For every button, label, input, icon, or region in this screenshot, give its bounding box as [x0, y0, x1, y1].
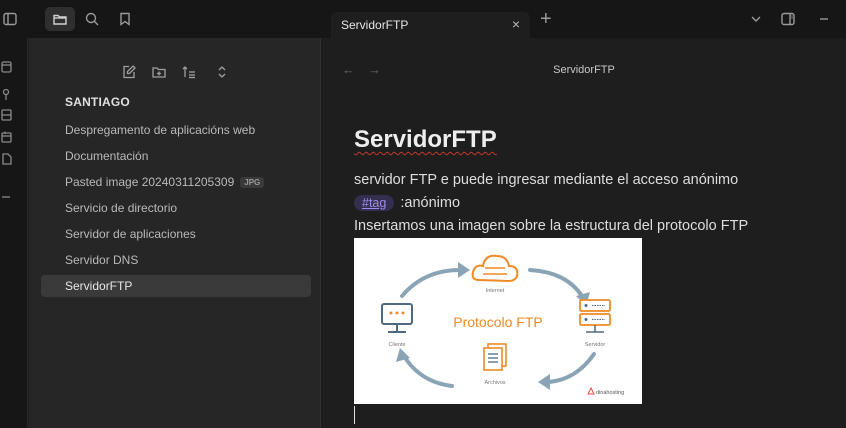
ftp-diagram: Internet Cliente Servidor Protocolo FTP … — [381, 254, 624, 396]
templates-icon[interactable] — [0, 108, 14, 122]
map-pin-icon[interactable] — [0, 88, 14, 102]
sidebar-toggle-icon[interactable] — [0, 9, 20, 29]
document-icon — [483, 343, 507, 371]
new-tab-icon[interactable]: + — [540, 6, 552, 32]
title-bar: ServidorFTP × + — [0, 0, 846, 40]
server-icon — [579, 299, 611, 333]
view-header-title[interactable]: ServidorFTP — [322, 64, 846, 76]
file-item[interactable]: Pasted image 20240311205309 JPG — [41, 171, 311, 193]
file-explorer: SANTIAGO Despregamento de aplicacións we… — [29, 38, 321, 428]
tag-pill[interactable]: #tag — [354, 195, 395, 211]
file-label: Pasted image 20240311205309 JPG — [65, 175, 265, 189]
monitor-icon — [381, 303, 413, 333]
chevron-down-icon[interactable] — [746, 9, 766, 29]
text-line[interactable]: Insertamos una imagen sobre la estructur… — [354, 218, 748, 234]
text-line[interactable]: servidor FTP e puede ingresar mediante e… — [354, 172, 738, 188]
minimize-icon[interactable] — [814, 9, 834, 29]
arrow-shape — [400, 268, 462, 298]
brand-label: dinahosting — [596, 390, 624, 396]
arrow-shape — [528, 268, 584, 298]
file-item[interactable]: Servidor de aplicaciones — [41, 223, 311, 245]
new-folder-icon[interactable] — [151, 64, 167, 80]
internet-label: Internet — [486, 288, 505, 294]
brand-logo-icon — [587, 386, 595, 395]
terminal-icon[interactable] — [0, 190, 14, 204]
file-extension-badge: JPG — [240, 177, 265, 188]
file-item[interactable]: Servidor DNS — [41, 249, 311, 271]
file-item[interactable]: Servicio de directorio — [41, 197, 311, 219]
file-label: Despregamento de aplicacións web — [65, 123, 256, 137]
expand-collapse-icon[interactable] — [214, 64, 230, 80]
tab-servidorftp[interactable]: ServidorFTP × — [331, 12, 530, 40]
servidor-label: Servidor — [585, 342, 606, 348]
arrow-head — [538, 374, 550, 390]
graph-view-icon[interactable] — [0, 60, 14, 74]
new-note-icon[interactable] — [121, 64, 137, 80]
editor-pane: ← → ServidorFTP ServidorFTP servidor FTP… — [322, 38, 846, 428]
file-item-active[interactable]: ServidorFTP — [41, 275, 311, 297]
folder-icon[interactable] — [45, 7, 75, 31]
file-icon[interactable] — [0, 152, 14, 166]
sort-icon[interactable] — [181, 64, 197, 80]
arrow-head — [458, 262, 470, 278]
text-line[interactable]: #tag :anónimo — [354, 195, 460, 211]
tab-title: ServidorFTP — [341, 18, 409, 32]
tag-text: #tag — [362, 196, 387, 210]
close-icon[interactable]: × — [512, 16, 520, 32]
calendar-icon[interactable] — [0, 130, 14, 144]
cliente-label: Cliente — [388, 342, 405, 348]
ribbon — [0, 38, 28, 428]
archivos-label: Archivos — [484, 380, 505, 386]
search-icon[interactable] — [82, 9, 102, 29]
file-label: Servicio de directorio — [65, 201, 178, 215]
vault-name[interactable]: SANTIAGO — [65, 95, 130, 109]
file-label: Servidor DNS — [65, 253, 139, 267]
file-label: Documentación — [65, 149, 149, 163]
right-sidebar-toggle-icon[interactable] — [778, 9, 798, 29]
protocol-label: Protocolo FTP — [453, 314, 542, 330]
embedded-image[interactable]: Internet Cliente Servidor Protocolo FTP … — [354, 238, 642, 404]
file-label: Servidor de aplicaciones — [65, 227, 196, 241]
file-item[interactable]: Documentación — [41, 145, 311, 167]
note-title[interactable]: ServidorFTP — [354, 126, 497, 154]
file-item[interactable]: Despregamento de aplicacións web — [41, 119, 311, 141]
text-line-rest: :anónimo — [396, 195, 461, 211]
file-label-text: Pasted image 20240311205309 — [65, 175, 235, 189]
arrow-shape — [402, 354, 454, 388]
bookmark-icon[interactable] — [115, 9, 135, 29]
cloud-icon — [471, 254, 519, 283]
arrow-shape — [546, 352, 596, 384]
text-cursor — [354, 406, 355, 424]
file-label: ServidorFTP — [65, 279, 133, 293]
